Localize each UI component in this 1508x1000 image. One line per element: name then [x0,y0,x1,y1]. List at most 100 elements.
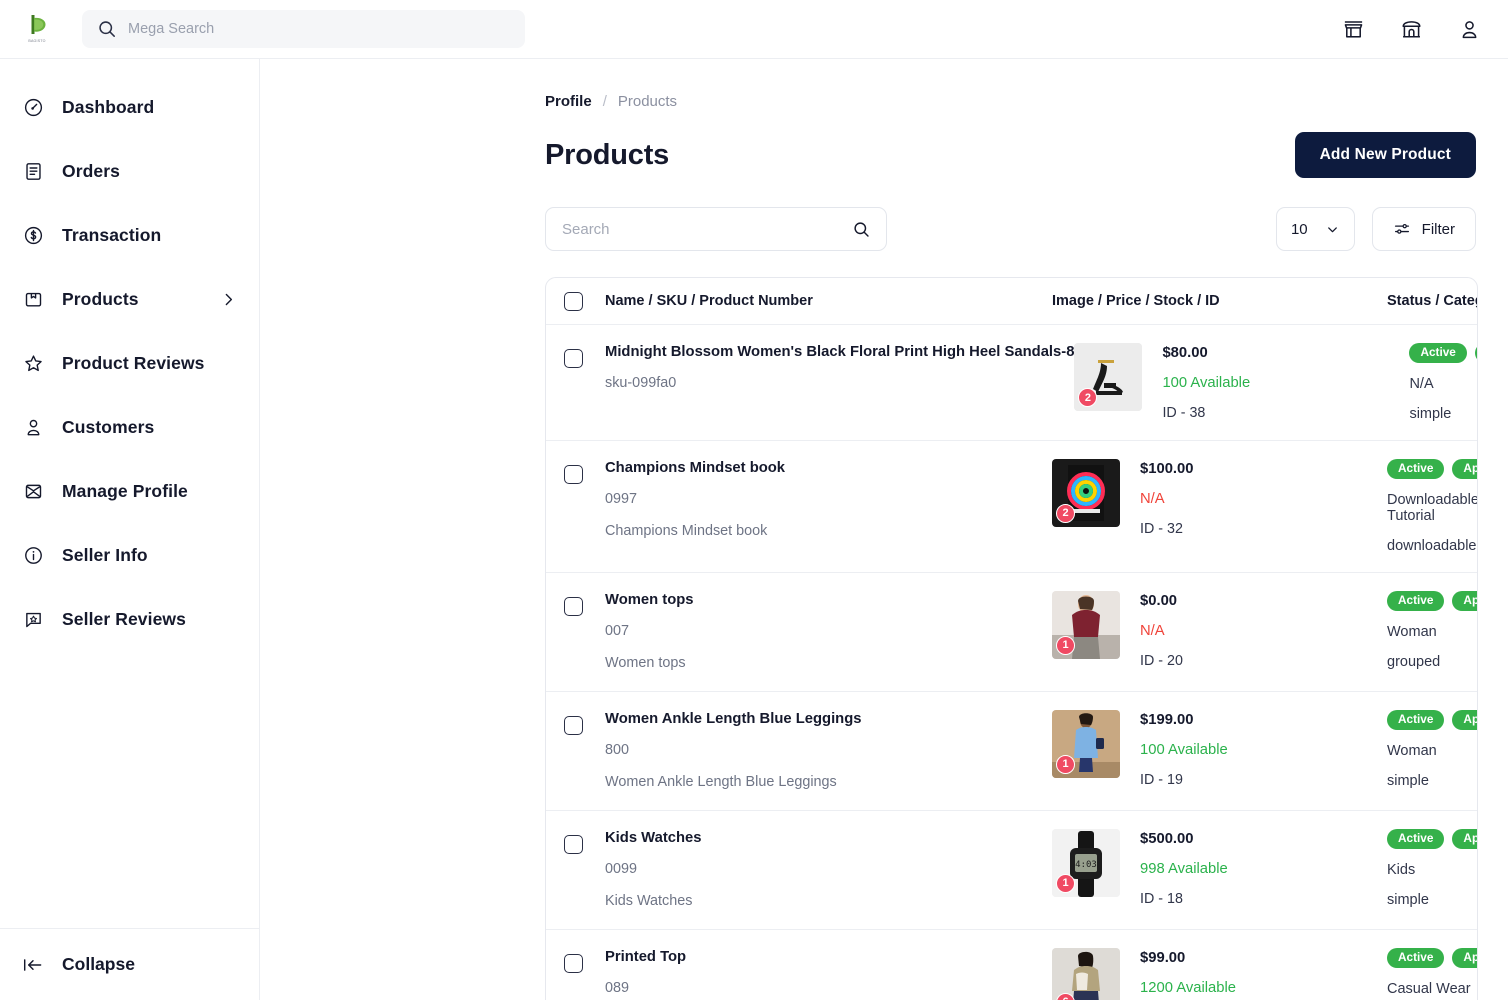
image-count-badge: 1 [1056,873,1075,893]
star-icon [22,352,44,374]
product-name-cell: Kids Watches 0099 Kids Watches [583,829,1052,911]
status-badge: Approved [1452,458,1477,479]
product-stock: 100 Available [1162,375,1251,391]
mega-search-input[interactable] [128,21,509,37]
row-select-checkbox[interactable] [564,349,583,368]
sidebar-item-label: Transaction [62,224,162,245]
storefront-icon[interactable] [1340,16,1366,42]
add-new-product-button[interactable]: Add New Product [1294,132,1476,178]
table-row[interactable]: Women Ankle Length Blue Leggings 800 Wom… [546,692,1477,811]
sidebar-item-dashboard[interactable]: Dashboard [0,75,259,139]
breadcrumb-profile-link[interactable]: Profile [545,93,592,110]
marketplace-icon[interactable] [1398,16,1424,42]
product-thumbnail[interactable]: 1 [1052,709,1120,778]
row-select-checkbox[interactable] [564,596,583,616]
info-icon [22,544,44,566]
sidebar-item-seller-info[interactable]: Seller Info [0,523,259,587]
column-header-status: Status / Category / Type [1387,293,1477,309]
seller-reviews-icon [22,608,44,630]
product-price: $500.00 [1140,830,1194,847]
product-name: Women tops [605,591,694,608]
sidebar-item-label: Seller Reviews [62,608,186,629]
product-status-cell: Active Approved N/A simple [1409,343,1477,422]
customers-icon [22,416,44,438]
product-number: Kids Watches [605,892,693,909]
search-icon[interactable] [853,221,870,238]
mega-search-box[interactable] [82,10,525,48]
filter-button[interactable]: Filter [1371,207,1476,251]
product-type: simple [1387,772,1429,789]
sidebar-item-manage-profile[interactable]: Manage Profile [0,459,259,523]
sidebar-item-product-reviews[interactable]: Product Reviews [0,331,259,395]
table-body: Midnight Blossom Women's Black Floral Pr… [546,325,1477,1000]
product-search-box[interactable] [545,207,887,251]
table-row[interactable]: Midnight Blossom Women's Black Floral Pr… [546,325,1477,441]
breadcrumb: Profile / Products [260,93,1492,110]
product-number: Women Ankle Length Blue Leggings [605,774,837,791]
status-badge: Approved [1452,709,1477,730]
top-header-actions [1340,16,1482,42]
product-stock: N/A [1140,622,1165,639]
product-thumbnail[interactable]: 6 [1052,947,1120,1000]
table-row[interactable]: Champions Mindset book 0997 Champions Mi… [546,441,1477,573]
product-price: $80.00 [1162,345,1208,361]
product-name: Women Ankle Length Blue Leggings [605,710,862,727]
product-image-price-cell: 2 $100.00 N/A ID - 32 [1052,458,1387,537]
product-thumbnail[interactable]: 4:03 1 [1052,828,1120,897]
sidebar-item-label: Product Reviews [62,352,205,373]
product-status-cell: Active Approved Downloadable Yoga Tutoria… [1387,458,1477,554]
sidebar-menu-list: Dashboard Orders Transaction Products Pr… [0,59,259,651]
product-status-cell: Active Approved Woman simple [1387,709,1477,789]
sidebar-item-products[interactable]: Products [0,267,259,331]
breadcrumb-current: Products [617,93,678,110]
product-stock: 998 Available [1140,860,1228,877]
sidebar-item-orders[interactable]: Orders [0,139,259,203]
sidebar-item-customers[interactable]: Customers [0,395,259,459]
user-account-icon[interactable] [1456,16,1482,42]
products-table: Name / SKU / Product Number Image / Pric… [545,277,1478,1000]
status-badge: Approved [1452,947,1477,968]
table-row[interactable]: Kids Watches 0099 Kids Watches 4:03 1 $5… [546,811,1477,930]
status-badge: Approved [1452,590,1477,611]
status-badges: Active Approved [1409,343,1477,363]
product-name: Kids Watches [605,829,702,846]
row-select-checkbox[interactable] [564,715,583,735]
breadcrumb-separator: / [602,93,607,110]
product-thumbnail[interactable]: 2 [1074,343,1143,411]
table-row[interactable]: Printed Top 089 Printed Top 6 $99.00 120… [546,930,1477,1000]
sidebar-item-seller-reviews[interactable]: Seller Reviews [0,587,259,651]
image-count-badge: 1 [1056,754,1075,774]
page-title: Products [545,138,670,171]
product-name-cell: Midnight Blossom Women's Black Floral Pr… [583,343,1074,393]
product-thumbnail[interactable]: 2 [1052,458,1120,527]
table-row[interactable]: Women tops 007 Women tops 1 $0.00 N/A ID… [546,573,1477,692]
product-search-input[interactable] [562,220,843,238]
sidebar-item-transaction[interactable]: Transaction [0,203,259,267]
product-number: Champions Mindset book [605,523,768,540]
select-all-checkbox[interactable] [564,291,583,311]
product-image-price-cell: 6 $99.00 1200 Available ID - 17 [1052,947,1387,1000]
product-sku: 089 [605,980,630,997]
product-number: Women tops [605,655,686,672]
sidebar-collapse-button[interactable]: Collapse [0,928,259,1000]
image-count-badge: 1 [1056,635,1075,655]
sidebar-item-label: Manage Profile [62,480,188,501]
row-select-checkbox[interactable] [564,834,583,854]
brand-logo[interactable]: BAGISTO [14,10,60,48]
product-id: ID - 32 [1140,520,1183,537]
product-status-cell: Active Approved Woman grouped [1387,590,1477,670]
dashboard-icon [22,96,44,118]
product-price: $100.00 [1140,460,1194,477]
products-page: BAGISTO Mega Search Dashboard Orders Tra… [0,0,1508,1000]
row-select-checkbox[interactable] [564,953,583,973]
image-count-badge: 2 [1056,503,1075,523]
product-price: $99.00 [1140,949,1186,966]
sidebar-item-label: Seller Info [62,544,148,565]
per-page-select[interactable]: 10 [1275,207,1355,251]
status-badge: Active [1387,458,1445,479]
product-thumbnail[interactable]: 1 [1052,590,1120,659]
transaction-icon [22,224,44,246]
chevron-right-icon[interactable] [220,291,237,308]
row-select-checkbox[interactable] [564,464,583,484]
status-badges: Active Approved [1387,709,1477,730]
